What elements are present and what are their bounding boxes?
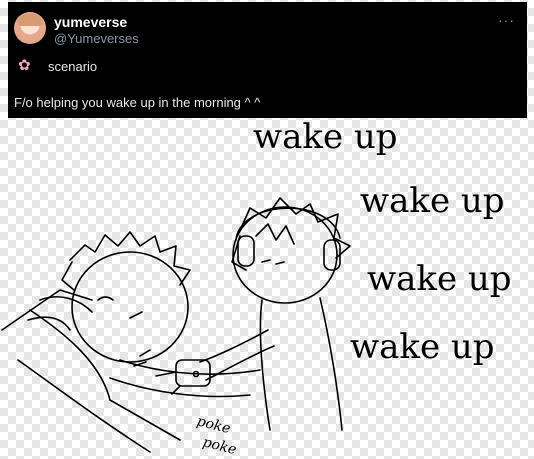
poke-text: poke <box>201 434 238 458</box>
sketch-illustration: poke poke <box>1 197 351 458</box>
display-name[interactable]: yumeverse <box>54 14 127 30</box>
avatar[interactable] <box>14 12 46 44</box>
post-card: yumeverse @Yumeverses ··· ✿ scenario F/o… <box>8 2 527 118</box>
post-text: F/o helping you wake up in the morning ^… <box>14 95 261 110</box>
user-handle[interactable]: @Yumeverses <box>54 31 139 46</box>
more-options-icon[interactable]: ··· <box>498 12 515 28</box>
poke-text: poke <box>195 413 232 437</box>
flower-icon: ✿ <box>18 57 31 74</box>
scenario-label: scenario <box>48 59 98 74</box>
